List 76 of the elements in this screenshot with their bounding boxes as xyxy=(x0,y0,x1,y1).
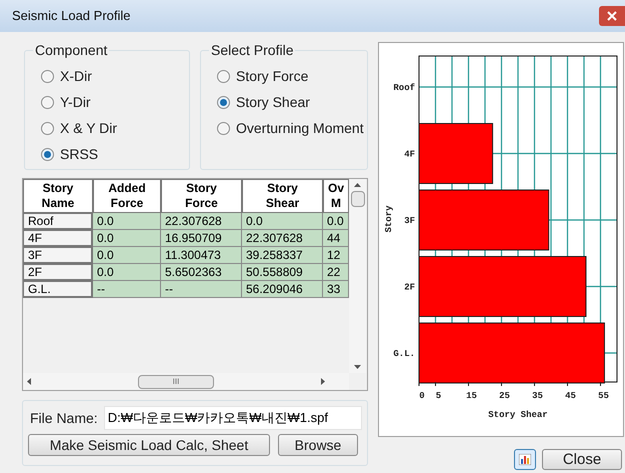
close-icon xyxy=(607,11,617,21)
chart-button[interactable] xyxy=(514,449,536,470)
radio-label: Story Force xyxy=(236,66,308,86)
radio-label: Y-Dir xyxy=(60,92,91,112)
table-cell: 39.258337 xyxy=(242,247,323,264)
radio-label: X-Dir xyxy=(60,66,92,86)
radio-button[interactable] xyxy=(41,148,54,160)
table-cell: -- xyxy=(93,281,161,298)
row-header: Roof xyxy=(23,213,93,230)
scroll-thumb[interactable]: III xyxy=(138,374,214,388)
column-header-text: Added Force xyxy=(108,181,146,211)
table-cell: 5.6502363 xyxy=(161,264,242,281)
bar-chart-icon xyxy=(519,454,531,465)
radio-button[interactable] xyxy=(41,70,54,82)
scroll-right-icon[interactable] xyxy=(321,378,325,385)
table-cell: 50.558809 xyxy=(242,264,323,281)
category-label: Roof xyxy=(393,83,415,93)
scroll-left-icon[interactable] xyxy=(27,378,31,385)
table-cell: 22.307628 xyxy=(161,213,242,230)
browse-button[interactable]: Browse xyxy=(278,434,358,456)
column-header-text: Story Name xyxy=(42,181,74,211)
table-cell: 0.0 xyxy=(93,213,161,230)
tick-label: 25 xyxy=(499,391,510,401)
window-title: Seismic Load Profile xyxy=(12,7,130,26)
close-dialog-button[interactable]: Close xyxy=(542,449,622,470)
table-cell: 11.300473 xyxy=(161,247,242,264)
radio-button[interactable] xyxy=(217,70,230,82)
input-field[interactable]: D:₩다운로드₩카카오톡₩내진₩1.spf xyxy=(104,406,362,430)
axis-title: Story xyxy=(384,206,394,232)
row-header: 2F xyxy=(23,264,93,281)
table-cell: 0.0 xyxy=(323,213,349,230)
table-cell: 56.209046 xyxy=(242,281,323,298)
radio-button[interactable] xyxy=(41,96,54,108)
column-header-text: Story Force xyxy=(185,181,218,211)
column-header-text: Story Shear xyxy=(266,181,300,211)
tick-label: 0 xyxy=(419,391,425,401)
close-button[interactable] xyxy=(599,6,625,26)
table-cell: 44 xyxy=(323,230,349,247)
table-cell: 22.307628 xyxy=(242,230,323,247)
category-label: 2F xyxy=(404,282,415,292)
tick-label: 55 xyxy=(598,391,609,401)
radio-button[interactable] xyxy=(217,96,230,108)
tick-label: 5 xyxy=(436,391,442,401)
radio-label: Overturning Moment xyxy=(236,118,364,138)
table-cell: 33 xyxy=(323,281,349,298)
row-header: G.L. xyxy=(23,281,93,298)
category-label: G.L. xyxy=(393,349,415,359)
scroll-up-icon[interactable] xyxy=(354,183,361,187)
row-header: 4F xyxy=(23,230,93,247)
axis-title: Story Shear xyxy=(488,410,548,420)
table-cell: 22 xyxy=(323,264,349,281)
category-label: 3F xyxy=(404,216,415,226)
table-cell: 0.0 xyxy=(93,247,161,264)
field-label: File Name: xyxy=(29,408,98,428)
make-sheet-button[interactable]: Make Seismic Load Calc, Sheet xyxy=(28,434,270,456)
radio-button[interactable] xyxy=(41,122,54,134)
radio-label: X & Y Dir xyxy=(60,118,118,138)
radio-label: Story Shear xyxy=(236,92,310,112)
table-cell: 0.0 xyxy=(93,230,161,247)
column-header-text: Ov M xyxy=(328,181,344,211)
scroll-thumb[interactable] xyxy=(350,191,364,207)
radio-label: SRSS xyxy=(60,144,98,164)
category-label: 4F xyxy=(404,150,415,160)
radio-button[interactable] xyxy=(217,122,230,134)
table-cell: 0.0 xyxy=(242,213,323,230)
row-header: 3F xyxy=(23,247,93,264)
table-cell: 0.0 xyxy=(93,264,161,281)
table-cell: 12 xyxy=(323,247,349,264)
tick-label: 35 xyxy=(532,391,543,401)
vertical-scrollbar[interactable] xyxy=(349,179,366,373)
table-cell: -- xyxy=(161,281,242,298)
scroll-down-icon[interactable] xyxy=(354,365,361,369)
horizontal-scrollbar[interactable]: III xyxy=(23,373,349,390)
tick-label: 45 xyxy=(565,391,576,401)
tick-label: 15 xyxy=(466,391,477,401)
table-cell: 16.950709 xyxy=(161,230,242,247)
